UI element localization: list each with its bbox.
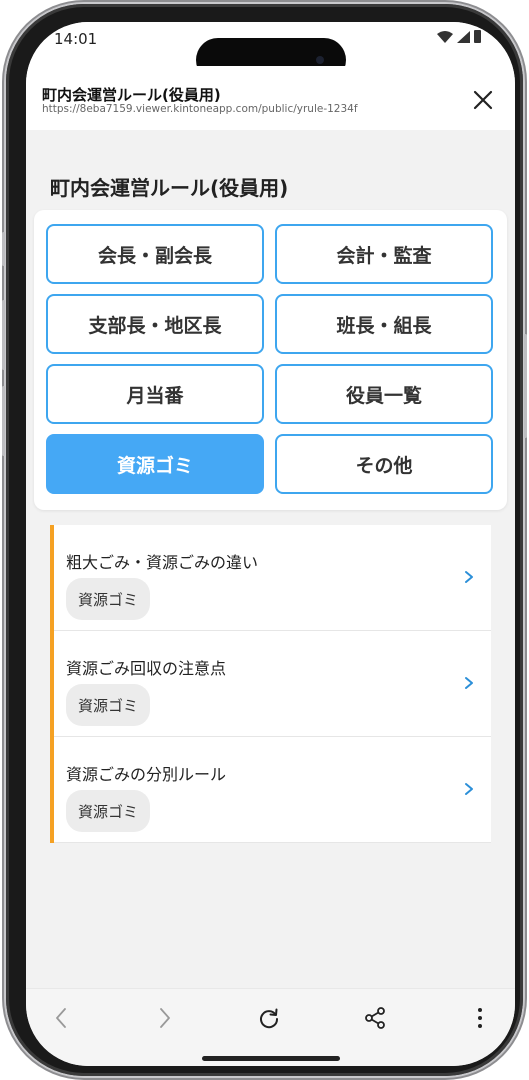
close-icon[interactable] bbox=[471, 88, 495, 112]
category-button-monthly-duty[interactable]: 月当番 bbox=[46, 364, 264, 424]
volume-up-button bbox=[2, 300, 5, 370]
webview-title: 町内会運営ルール(役員用) bbox=[42, 86, 221, 104]
share-button[interactable] bbox=[360, 1003, 390, 1033]
reload-button[interactable] bbox=[254, 1003, 284, 1033]
rule-title: 資源ごみの分別ルール bbox=[66, 765, 227, 784]
webview-url: https://8eba7159.viewer.kintoneapp.com/p… bbox=[42, 103, 358, 115]
category-button-other[interactable]: その他 bbox=[275, 434, 493, 494]
page-title: 町内会運営ルール(役員用) bbox=[50, 176, 289, 200]
signal-icon bbox=[457, 30, 470, 43]
status-icons bbox=[437, 30, 481, 43]
category-button-officer-list[interactable]: 役員一覧 bbox=[275, 364, 493, 424]
chevron-right-icon bbox=[465, 677, 473, 689]
category-button-recycling[interactable]: 資源ゴミ bbox=[46, 434, 264, 494]
back-button[interactable] bbox=[46, 1003, 76, 1033]
rule-list-item[interactable]: 資源ごみの分別ルール 資源ゴミ bbox=[54, 737, 491, 843]
status-time: 14:01 bbox=[54, 30, 98, 48]
rule-title: 粗大ごみ・資源ごみの違い bbox=[66, 553, 259, 572]
chevron-right-icon bbox=[465, 783, 473, 795]
screen: 14:01 町内会運営ルール(役員用) https://8eba7159.vie… bbox=[26, 22, 515, 1066]
rule-tag: 資源ゴミ bbox=[66, 684, 151, 726]
category-button-chairman[interactable]: 会長・副会長 bbox=[46, 224, 264, 284]
category-button-branch-head[interactable]: 支部長・地区長 bbox=[46, 294, 264, 354]
forward-button[interactable] bbox=[150, 1003, 180, 1033]
rule-title: 資源ごみ回収の注意点 bbox=[66, 659, 227, 678]
battery-icon bbox=[474, 30, 481, 43]
webview-header: 町内会運営ルール(役員用) https://8eba7159.viewer.ki… bbox=[26, 66, 515, 130]
rule-list-item[interactable]: 資源ごみ回収の注意点 資源ゴミ bbox=[54, 631, 491, 737]
chevron-left-icon bbox=[56, 1008, 66, 1028]
home-indicator bbox=[202, 1056, 340, 1061]
share-icon bbox=[365, 1007, 385, 1029]
category-button-group-head[interactable]: 班長・組長 bbox=[275, 294, 493, 354]
chevron-right-icon bbox=[465, 571, 473, 583]
rule-tag: 資源ゴミ bbox=[66, 578, 151, 620]
wifi-icon bbox=[437, 30, 453, 43]
phone-frame: 14:01 町内会運営ルール(役員用) https://8eba7159.vie… bbox=[2, 4, 527, 1076]
more-vertical-icon bbox=[478, 1008, 482, 1028]
rule-list-item[interactable]: 粗大ごみ・資源ごみの違い 資源ゴミ bbox=[54, 525, 491, 631]
rule-list: 粗大ごみ・資源ごみの違い 資源ゴミ 資源ごみ回収の注意点 資源ゴミ 資源ごみの分… bbox=[50, 525, 491, 843]
rule-tag: 資源ゴミ bbox=[66, 790, 151, 832]
category-panel: 会長・副会長 会計・監査 支部長・地区長 班長・組長 月当番 役員一覧 資源ゴミ… bbox=[34, 210, 507, 510]
browser-toolbar bbox=[26, 988, 515, 1066]
category-button-accounting[interactable]: 会計・監査 bbox=[275, 224, 493, 284]
power-button bbox=[524, 334, 527, 438]
silent-switch bbox=[2, 232, 5, 266]
volume-down-button bbox=[2, 386, 5, 456]
chevron-right-icon bbox=[160, 1008, 170, 1028]
more-button[interactable] bbox=[465, 1003, 495, 1033]
reload-icon bbox=[260, 1008, 279, 1029]
camera-dot bbox=[316, 56, 324, 64]
